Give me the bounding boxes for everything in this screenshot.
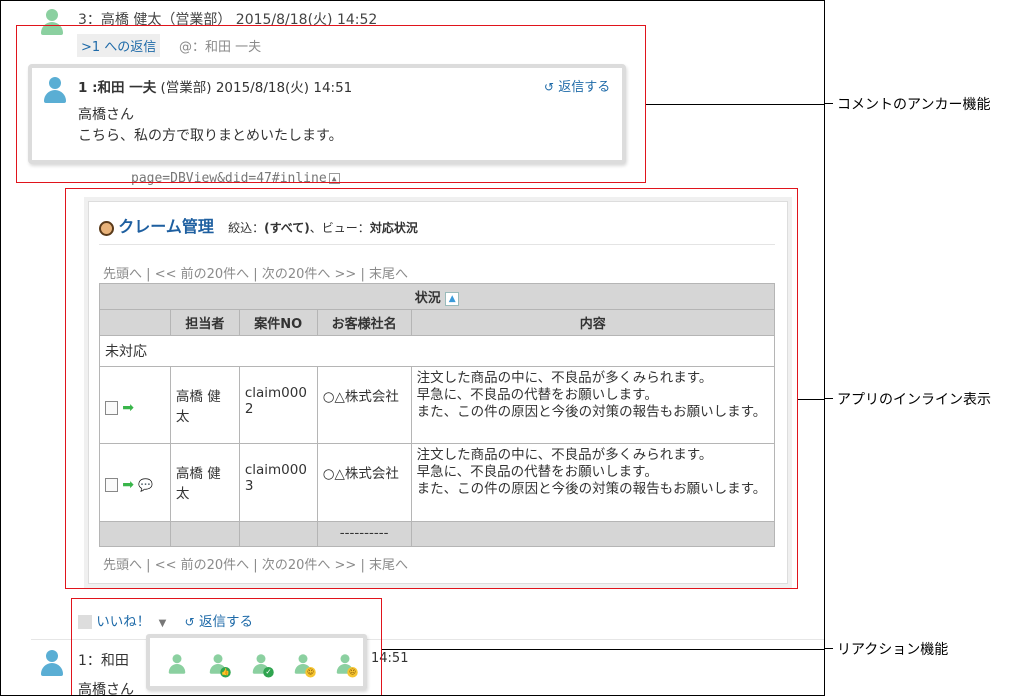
anchor-callout-line [646, 104, 824, 105]
inline-callout-box [65, 188, 798, 589]
reaction-callout-line-ext [825, 648, 833, 649]
anchor-callout-box [16, 25, 646, 183]
reaction-callout-box [71, 598, 382, 695]
reaction-callout-line [382, 649, 824, 650]
inline-callout-line [798, 399, 824, 400]
user-avatar-icon [39, 649, 65, 677]
screenshot-frame: 3：高橋 健太（営業部） 2015/8/18(火) 14:52 >1 への返信 … [0, 0, 825, 696]
reaction-callout-label: リアクション機能 [837, 642, 949, 658]
anchor-callout-line-ext [825, 103, 833, 104]
inline-callout-label: アプリのインライン表示 [837, 392, 991, 408]
inline-callout-line-ext [825, 398, 833, 399]
anchor-callout-label: コメントのアンカー機能 [837, 97, 991, 113]
